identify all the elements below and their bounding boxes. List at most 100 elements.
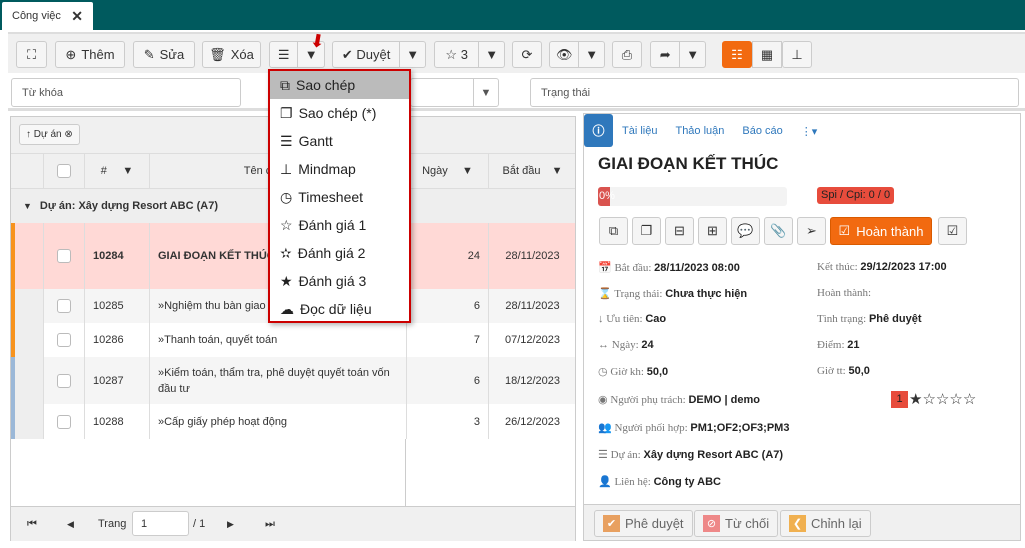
rating-button[interactable]: ☆ 3 ▼ bbox=[434, 41, 505, 68]
next-page-icon[interactable]: ▶ bbox=[227, 519, 234, 530]
prop-value: 50,0 bbox=[848, 365, 870, 377]
prop-label: Hoàn thành: bbox=[817, 287, 872, 299]
info-tab[interactable]: ⓘ bbox=[584, 114, 613, 147]
list-icon: ☷ bbox=[731, 46, 743, 62]
star-empty-icon[interactable]: ☆ bbox=[963, 391, 976, 408]
group-chip[interactable]: ↑ Dự án ⊗ bbox=[19, 124, 80, 145]
menu-item[interactable]: ☆ Đánh giá 1 bbox=[270, 211, 409, 239]
copy-button[interactable]: ⧉ bbox=[599, 217, 628, 245]
chevron-down-icon[interactable]: ▼ bbox=[399, 42, 425, 67]
trash-icon: 🗑 bbox=[209, 46, 226, 62]
last-page-icon[interactable]: ⏭ bbox=[265, 518, 275, 531]
arrows-icon: ↔ bbox=[598, 339, 609, 351]
add-button[interactable]: ⊕ Thêm bbox=[55, 41, 125, 68]
view-button[interactable]: 👁 ▼ bbox=[549, 41, 605, 68]
delete-button[interactable]: 🗑 Xóa bbox=[202, 41, 261, 68]
task-title: GIAI ĐOẠN KẾT THÚC bbox=[598, 154, 779, 173]
complete-label: Hoàn thành bbox=[856, 223, 924, 239]
comment-button[interactable]: 💬 bbox=[731, 217, 760, 245]
row-checkbox[interactable] bbox=[43, 404, 84, 439]
row-checkbox[interactable] bbox=[43, 323, 84, 357]
detail-panel: ⓘ Tài liệu Thảo luận Báo cáo ⋮▾ GIAI ĐOẠ… bbox=[583, 113, 1021, 541]
menu-item[interactable]: ★ Đánh giá 3 bbox=[270, 267, 409, 295]
star-empty-icon[interactable]: ☆ bbox=[936, 391, 949, 408]
more-icon[interactable]: ⋮▾ bbox=[801, 125, 818, 138]
prev-page-icon[interactable]: ◀ bbox=[67, 519, 74, 530]
menu-item[interactable]: ◷ Timesheet bbox=[270, 183, 409, 211]
row-checkbox[interactable] bbox=[43, 223, 84, 289]
filter-icon[interactable]: ▼ bbox=[552, 165, 563, 177]
column-start[interactable]: Bắt đầu ▼ bbox=[488, 154, 576, 188]
collapse-icon[interactable]: ▼ bbox=[23, 201, 32, 211]
search-button[interactable]: ⛶ bbox=[16, 41, 47, 68]
sitemap-icon: ⊥ bbox=[280, 160, 293, 177]
filter-icon[interactable]: ▼ bbox=[122, 165, 133, 177]
column-days[interactable]: Ngày ▼ bbox=[406, 154, 488, 188]
tab-discussion[interactable]: Thảo luận bbox=[675, 125, 724, 138]
approve-button[interactable]: ✔ Duyệt ▼ bbox=[332, 41, 426, 68]
menu-item[interactable]: ☁ Đọc dữ liệu bbox=[270, 295, 409, 323]
filter-icon[interactable]: ▼ bbox=[462, 165, 473, 177]
star-empty-icon[interactable]: ☆ bbox=[922, 391, 935, 408]
column-id[interactable]: # ▼ bbox=[84, 154, 149, 188]
chevron-down-icon[interactable]: ▼ bbox=[478, 42, 504, 67]
attach-button[interactable]: 📎 bbox=[764, 217, 793, 245]
checkbox-button[interactable]: ☑ bbox=[938, 217, 967, 245]
star-icon[interactable]: ★ bbox=[909, 391, 922, 408]
tab-cong-viec[interactable]: Công việc ✕ bbox=[2, 2, 93, 30]
menu-item[interactable]: ☰ Gantt bbox=[270, 127, 409, 155]
approve-footer-button[interactable]: ✔ Phê duyệt bbox=[594, 510, 693, 537]
prop-end: Kết thúc: 29/12/2023 17:00 bbox=[817, 261, 947, 273]
complete-button[interactable]: ☑ Hoàn thành bbox=[830, 217, 932, 245]
filter-select[interactable]: ▼ bbox=[410, 78, 499, 107]
table-row[interactable]: 10288 »Cấp giấy phép hoạt động 3 26/12/2… bbox=[11, 404, 575, 439]
calendar-plus-button[interactable]: ⊞ bbox=[698, 217, 727, 245]
tab-documents[interactable]: Tài liệu bbox=[622, 125, 657, 138]
clock-icon: ◷ bbox=[280, 188, 293, 205]
select-all-checkbox[interactable] bbox=[43, 154, 84, 188]
menu-item[interactable]: ⧉ Sao chép bbox=[270, 71, 409, 99]
list-view-button[interactable]: ☷ bbox=[722, 41, 752, 68]
copy-all-button[interactable]: ❐ bbox=[632, 217, 661, 245]
table-row[interactable]: 10286 »Thanh toán, quyết toán 7 07/12/20… bbox=[11, 323, 575, 357]
page-input[interactable]: 1 bbox=[132, 511, 189, 536]
keyword-input[interactable]: Từ khóa bbox=[11, 78, 241, 107]
grid-view-button[interactable]: ▦ bbox=[752, 41, 782, 68]
refresh-button[interactable]: ⟳ bbox=[512, 41, 542, 68]
first-page-icon[interactable]: ⏮ bbox=[27, 518, 37, 531]
share-button[interactable]: ➦ ▼ bbox=[650, 41, 706, 68]
prop-score: Điểm: 21 bbox=[817, 339, 860, 351]
chevron-down-icon[interactable]: ▼ bbox=[578, 42, 604, 67]
prop-value: Xây dựng Resort ABC (A7) bbox=[643, 449, 784, 461]
tree-view-button[interactable]: ⊥ bbox=[782, 41, 812, 68]
print-button[interactable]: ⎙ bbox=[612, 41, 642, 68]
menu-item[interactable]: ⊥ Mindmap bbox=[270, 155, 409, 183]
table-row[interactable]: 10287 »Kiểm toán, thẩm tra, phê duyệt qu… bbox=[11, 357, 575, 404]
revise-button[interactable]: ❮ Chỉnh lại bbox=[780, 510, 871, 537]
calendar-minus-button[interactable]: ⊟ bbox=[665, 217, 694, 245]
star-empty-icon[interactable]: ☆ bbox=[949, 391, 962, 408]
close-icon[interactable]: ✕ bbox=[71, 8, 83, 25]
chevron-down-icon[interactable]: ▼ bbox=[473, 79, 498, 106]
chevron-down-icon[interactable]: ▼ bbox=[679, 42, 705, 67]
menu-item[interactable]: ❐ Sao chép (*) bbox=[270, 99, 409, 127]
prop-label: Giờ kh: bbox=[610, 366, 644, 378]
approve-label: Duyệt bbox=[356, 46, 391, 62]
divider bbox=[405, 439, 406, 506]
reject-button[interactable]: ⊘ Từ chối bbox=[694, 510, 779, 537]
row-checkbox[interactable] bbox=[43, 289, 84, 323]
close-circle-icon[interactable]: ⊗ bbox=[64, 129, 72, 140]
status-input[interactable]: Trạng thái bbox=[530, 78, 1019, 107]
send-button[interactable]: ➢ bbox=[797, 217, 826, 245]
row-checkbox[interactable] bbox=[43, 357, 84, 404]
prop-label: Giờ tt: bbox=[817, 365, 846, 377]
prop-value: Cao bbox=[645, 313, 667, 325]
edit-button[interactable]: ✎ Sửa bbox=[133, 41, 195, 68]
user-circle-icon: ◉ bbox=[598, 394, 608, 406]
tab-reports[interactable]: Báo cáo bbox=[742, 125, 782, 138]
row-name: »Cấp giấy phép hoạt động bbox=[149, 404, 406, 439]
menu-item-label: Đánh giá 1 bbox=[298, 217, 367, 233]
menu-item-label: Đánh giá 3 bbox=[298, 273, 367, 289]
menu-item[interactable]: ✫ Đánh giá 2 bbox=[270, 239, 409, 267]
rating-label: 3 bbox=[460, 46, 468, 62]
